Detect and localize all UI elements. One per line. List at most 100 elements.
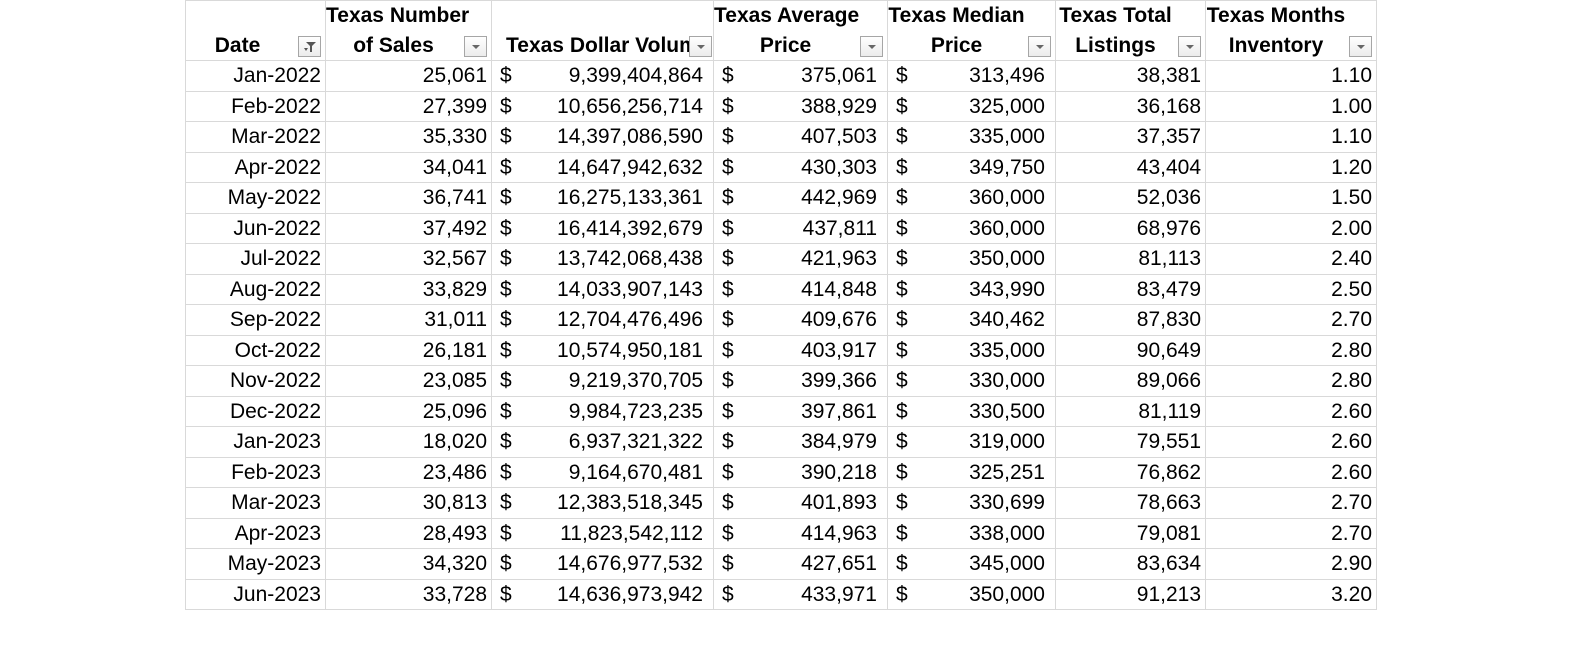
median-price-cell[interactable]: $338,000 (887, 517, 1056, 549)
median-price-cell[interactable]: $330,699 (887, 487, 1056, 519)
date-cell[interactable]: Apr-2022 (185, 151, 326, 183)
dollar-volume-cell[interactable]: $9,399,404,864 (491, 60, 714, 92)
number-of-sales-cell[interactable]: 23,085 (325, 365, 492, 397)
average-price-cell[interactable]: $414,848 (713, 273, 888, 305)
total-listings-cell[interactable]: 52,036 (1055, 182, 1206, 214)
total-listings-cell[interactable]: 91,213 (1055, 578, 1206, 610)
date-cell[interactable]: Jan-2023 (185, 426, 326, 458)
months-inventory-cell[interactable]: 2.80 (1205, 334, 1377, 366)
median-price-cell[interactable]: $330,000 (887, 365, 1056, 397)
date-cell[interactable]: Jul-2022 (185, 243, 326, 275)
average-price-cell[interactable]: $421,963 (713, 243, 888, 275)
dollar-volume-cell[interactable]: $11,823,542,112 (491, 517, 714, 549)
average-price-cell[interactable]: $375,061 (713, 60, 888, 92)
median-price-cell[interactable]: $350,000 (887, 243, 1056, 275)
months-inventory-cell[interactable]: 2.60 (1205, 395, 1377, 427)
months-inventory-cell[interactable]: 2.00 (1205, 212, 1377, 244)
dollar-volume-cell[interactable]: $14,397,086,590 (491, 121, 714, 153)
number-of-sales-cell[interactable]: 35,330 (325, 121, 492, 153)
median-price-cell[interactable]: $349,750 (887, 151, 1056, 183)
average-price-cell[interactable]: $433,971 (713, 578, 888, 610)
average-price-cell[interactable]: $397,861 (713, 395, 888, 427)
number-of-sales-cell[interactable]: 32,567 (325, 243, 492, 275)
filter-applied-button[interactable] (298, 36, 321, 57)
months-inventory-cell[interactable]: 2.60 (1205, 456, 1377, 488)
total-listings-cell[interactable]: 68,976 (1055, 212, 1206, 244)
filter-dropdown-button[interactable] (1028, 36, 1051, 57)
months-inventory-cell[interactable]: 1.00 (1205, 90, 1377, 122)
median-price-cell[interactable]: $319,000 (887, 426, 1056, 458)
number-of-sales-cell[interactable]: 25,096 (325, 395, 492, 427)
median-price-cell[interactable]: $335,000 (887, 121, 1056, 153)
total-listings-cell[interactable]: 43,404 (1055, 151, 1206, 183)
total-listings-cell[interactable]: 81,119 (1055, 395, 1206, 427)
average-price-cell[interactable]: $388,929 (713, 90, 888, 122)
dollar-volume-cell[interactable]: $14,647,942,632 (491, 151, 714, 183)
dollar-volume-cell[interactable]: $14,636,973,942 (491, 578, 714, 610)
number-of-sales-cell[interactable]: 18,020 (325, 426, 492, 458)
number-of-sales-cell[interactable]: 31,011 (325, 304, 492, 336)
months-inventory-cell[interactable]: 3.20 (1205, 578, 1377, 610)
months-inventory-cell[interactable]: 2.70 (1205, 487, 1377, 519)
average-price-cell[interactable]: $390,218 (713, 456, 888, 488)
date-cell[interactable]: Feb-2022 (185, 90, 326, 122)
months-inventory-cell[interactable]: 2.50 (1205, 273, 1377, 305)
median-price-cell[interactable]: $325,000 (887, 90, 1056, 122)
dollar-volume-cell[interactable]: $16,414,392,679 (491, 212, 714, 244)
average-price-cell[interactable]: $384,979 (713, 426, 888, 458)
filter-dropdown-button[interactable] (464, 36, 487, 57)
median-price-cell[interactable]: $330,500 (887, 395, 1056, 427)
average-price-cell[interactable]: $399,366 (713, 365, 888, 397)
number-of-sales-cell[interactable]: 27,399 (325, 90, 492, 122)
date-cell[interactable]: Jan-2022 (185, 60, 326, 92)
filter-dropdown-button[interactable] (860, 36, 883, 57)
number-of-sales-cell[interactable]: 25,061 (325, 60, 492, 92)
months-inventory-cell[interactable]: 2.90 (1205, 548, 1377, 580)
median-price-cell[interactable]: $350,000 (887, 578, 1056, 610)
months-inventory-cell[interactable]: 1.10 (1205, 60, 1377, 92)
number-of-sales-cell[interactable]: 34,320 (325, 548, 492, 580)
months-inventory-cell[interactable]: 1.10 (1205, 121, 1377, 153)
median-price-cell[interactable]: $343,990 (887, 273, 1056, 305)
median-price-cell[interactable]: $313,496 (887, 60, 1056, 92)
total-listings-cell[interactable]: 87,830 (1055, 304, 1206, 336)
filter-dropdown-button[interactable] (1349, 36, 1372, 57)
dollar-volume-cell[interactable]: $9,219,370,705 (491, 365, 714, 397)
months-inventory-cell[interactable]: 2.40 (1205, 243, 1377, 275)
total-listings-cell[interactable]: 89,066 (1055, 365, 1206, 397)
average-price-cell[interactable]: $401,893 (713, 487, 888, 519)
number-of-sales-cell[interactable]: 33,728 (325, 578, 492, 610)
total-listings-cell[interactable]: 83,479 (1055, 273, 1206, 305)
dollar-volume-cell[interactable]: $10,656,256,714 (491, 90, 714, 122)
dollar-volume-cell[interactable]: $14,676,977,532 (491, 548, 714, 580)
total-listings-cell[interactable]: 76,862 (1055, 456, 1206, 488)
dollar-volume-cell[interactable]: $13,742,068,438 (491, 243, 714, 275)
number-of-sales-cell[interactable]: 36,741 (325, 182, 492, 214)
number-of-sales-cell[interactable]: 34,041 (325, 151, 492, 183)
total-listings-cell[interactable]: 78,663 (1055, 487, 1206, 519)
dollar-volume-cell[interactable]: $6,937,321,322 (491, 426, 714, 458)
total-listings-cell[interactable]: 37,357 (1055, 121, 1206, 153)
average-price-cell[interactable]: $427,651 (713, 548, 888, 580)
date-cell[interactable]: Nov-2022 (185, 365, 326, 397)
dollar-volume-cell[interactable]: $16,275,133,361 (491, 182, 714, 214)
total-listings-cell[interactable]: 81,113 (1055, 243, 1206, 275)
dollar-volume-cell[interactable]: $12,704,476,496 (491, 304, 714, 336)
number-of-sales-cell[interactable]: 23,486 (325, 456, 492, 488)
median-price-cell[interactable]: $335,000 (887, 334, 1056, 366)
number-of-sales-cell[interactable]: 26,181 (325, 334, 492, 366)
date-cell[interactable]: Mar-2022 (185, 121, 326, 153)
median-price-cell[interactable]: $340,462 (887, 304, 1056, 336)
date-cell[interactable]: May-2022 (185, 182, 326, 214)
date-cell[interactable]: Apr-2023 (185, 517, 326, 549)
number-of-sales-cell[interactable]: 28,493 (325, 517, 492, 549)
months-inventory-cell[interactable]: 2.70 (1205, 517, 1377, 549)
date-cell[interactable]: Sep-2022 (185, 304, 326, 336)
average-price-cell[interactable]: $430,303 (713, 151, 888, 183)
average-price-cell[interactable]: $437,811 (713, 212, 888, 244)
date-cell[interactable]: Oct-2022 (185, 334, 326, 366)
date-cell[interactable]: Mar-2023 (185, 487, 326, 519)
months-inventory-cell[interactable]: 1.50 (1205, 182, 1377, 214)
average-price-cell[interactable]: $414,963 (713, 517, 888, 549)
total-listings-cell[interactable]: 83,634 (1055, 548, 1206, 580)
